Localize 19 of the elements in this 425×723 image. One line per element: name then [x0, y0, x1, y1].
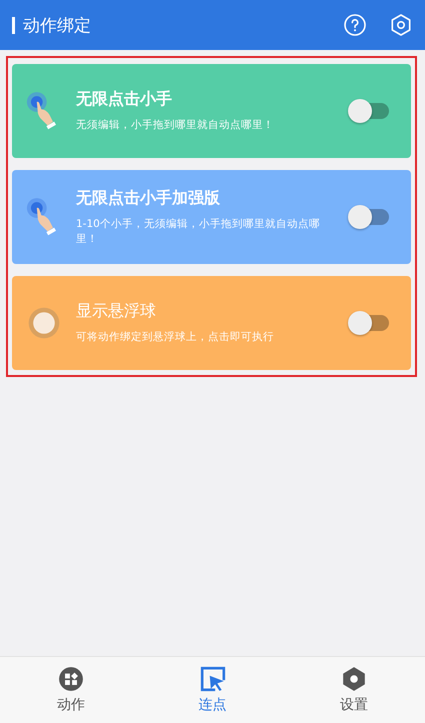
card-title: 显示悬浮球	[76, 301, 157, 322]
grid-icon	[58, 666, 84, 692]
toggle-switch[interactable]	[347, 204, 391, 230]
nav-tab[interactable]: 连点	[142, 657, 284, 723]
toggle-switch[interactable]	[347, 98, 391, 124]
card-description: 无须编辑，小手拖到哪里就自动点哪里！	[76, 118, 275, 133]
nav-tab[interactable]: 设置	[283, 657, 425, 723]
nav-tab[interactable]: 动作	[0, 657, 142, 723]
card-title: 无限点击小手	[76, 89, 173, 110]
card-description: 可将动作绑定到悬浮球上，点击即可执行	[76, 330, 275, 345]
title-accent	[12, 16, 15, 34]
toggle-switch[interactable]	[347, 310, 391, 336]
card-title: 无限点击小手加强版	[76, 188, 221, 210]
cursor-click-icon	[200, 666, 226, 692]
card-description: 1-10个小手，无须编辑，小手拖到哪里就自动点哪里！	[76, 217, 321, 246]
settings-icon[interactable]	[389, 13, 413, 37]
page-title: 动作绑定	[23, 14, 91, 36]
settings-icon	[341, 666, 368, 692]
help-icon[interactable]	[343, 13, 367, 37]
